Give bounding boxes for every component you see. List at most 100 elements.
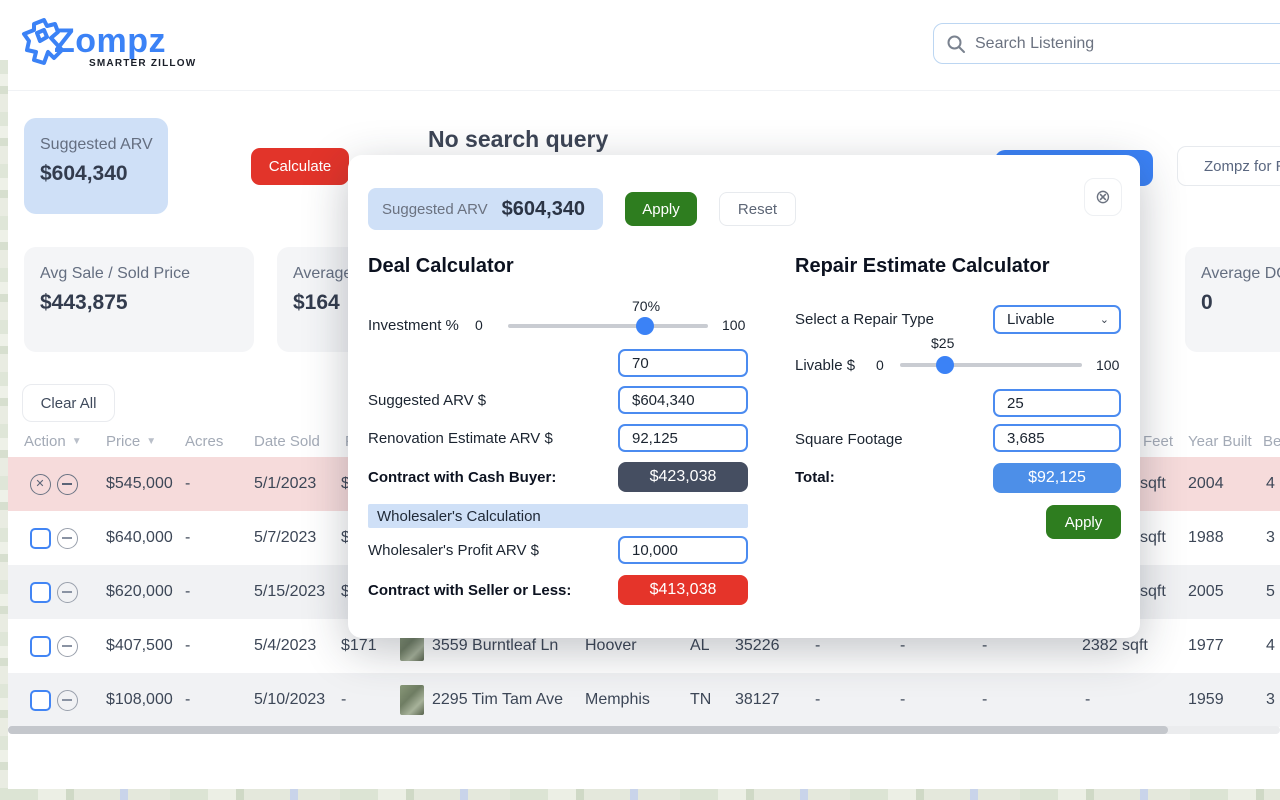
column-header-action[interactable]: Action ▼ (24, 425, 82, 457)
investment-slider-min: 0 (475, 317, 483, 333)
average-doz-label: Average DOZ (1201, 265, 1280, 282)
suggested-arv-value: $604,340 (40, 162, 128, 185)
average-doz-card: Average DOZ 0 (1185, 247, 1280, 352)
suggested-arv-input[interactable] (618, 386, 748, 414)
acres-cell: - (185, 637, 191, 654)
wholesaler-profit-input[interactable] (618, 536, 748, 564)
cash-buyer-label: Contract with Cash Buyer: (368, 469, 557, 486)
price-cell: $620,000 (106, 583, 173, 600)
livable-slider[interactable] (900, 356, 1082, 374)
row-checkbox[interactable] (30, 511, 51, 565)
calculate-button[interactable]: Calculate (251, 148, 349, 185)
investment-slider-thumb[interactable] (636, 317, 654, 335)
deal-calculator-title: Deal Calculator (368, 255, 514, 277)
investment-slider-value: 70% (632, 298, 661, 314)
investment-slider-max: 100 (722, 317, 746, 333)
address-cell[interactable]: 2295 Tim Tam Ave (432, 673, 563, 727)
investment-input[interactable] (618, 349, 748, 377)
cash-buyer-value: $423,038 (618, 462, 748, 492)
minus-icon[interactable] (57, 457, 78, 511)
minus-icon[interactable] (57, 619, 78, 673)
row-checkbox[interactable] (30, 565, 51, 619)
year-built-cell: 2005 (1188, 583, 1224, 600)
seller-label: Contract with Seller or Less: (368, 582, 572, 599)
app-window: Zompz SMARTER ZILLOW Suggested ARV $604,… (0, 0, 1280, 800)
livable-slider-min: 0 (876, 357, 884, 373)
column-header-beds[interactable]: Be (1263, 425, 1280, 457)
remove-icon[interactable]: ✕ (30, 457, 51, 511)
livable-input[interactable] (993, 389, 1121, 417)
map-background-left (0, 60, 8, 800)
livable-slider-thumb[interactable] (936, 356, 954, 374)
beds-cell: 4 (1266, 637, 1275, 654)
column-header-year-built[interactable]: Year Built (1188, 425, 1252, 457)
table-row: $108,000 - 5/10/2023 - 2295 Tim Tam Ave … (8, 673, 1280, 727)
column-header-price[interactable]: Price ▼ (106, 425, 156, 457)
column-header-date-sold[interactable]: Date Sold (254, 425, 320, 457)
property-thumbnail[interactable] (400, 673, 424, 727)
square-footage-label: Square Footage (795, 431, 903, 448)
livable-slider-value: $25 (931, 335, 955, 351)
horizontal-scrollbar[interactable] (8, 726, 1280, 734)
year-built-cell: 1977 (1188, 637, 1224, 654)
seller-value: $413,038 (618, 575, 748, 605)
renovation-input[interactable] (618, 424, 748, 452)
minus-icon[interactable] (57, 565, 78, 619)
modal-apply-button[interactable]: Apply (625, 192, 697, 226)
empty-cell: - (900, 691, 906, 708)
deal-calculator-modal: Suggested ARV $604,340 Apply Reset ⊗ Dea… (348, 155, 1140, 638)
minus-icon[interactable] (57, 511, 78, 565)
avg-sale-label: Avg Sale / Sold Price (40, 265, 191, 282)
date-sold-cell: 5/10/2023 (254, 691, 326, 708)
state-cell: TN (690, 691, 712, 708)
header-divider (8, 90, 1280, 91)
year-built-cell: 1988 (1188, 529, 1224, 546)
search-input[interactable] (975, 34, 1255, 53)
empty-cell: - (1085, 691, 1091, 708)
repair-apply-button[interactable]: Apply (1046, 505, 1121, 539)
beds-cell: 3 (1266, 691, 1275, 708)
beds-cell: 5 (1266, 583, 1275, 600)
total-value: $92,125 (993, 463, 1121, 493)
average-doz-value: 0 (1201, 291, 1213, 314)
row-checkbox[interactable] (30, 673, 51, 727)
wholesaler-profit-label: Wholesaler's Profit ARV $ (368, 542, 539, 559)
beds-cell: 4 (1266, 475, 1275, 492)
date-sold-cell: 5/1/2023 (254, 475, 317, 492)
empty-cell: - (815, 691, 821, 708)
minus-icon[interactable] (57, 673, 78, 727)
acres-cell: - (185, 583, 191, 600)
suggested-arv-card: Suggested ARV $604,340 (24, 118, 168, 214)
price-per-sqft-cell: - (341, 691, 347, 708)
close-icon[interactable]: ⊗ (1084, 178, 1122, 216)
empty-cell: - (982, 691, 988, 708)
avg-sale-value: $443,875 (40, 291, 128, 314)
acres-cell: - (185, 475, 191, 492)
row-checkbox[interactable] (30, 619, 51, 673)
square-footage-input[interactable] (993, 424, 1121, 452)
price-cell: $108,000 (106, 691, 173, 708)
repair-type-select[interactable]: Livable ⌄ (993, 305, 1121, 334)
date-sold-cell: 5/15/2023 (254, 583, 326, 600)
suggested-arv-label: Suggested ARV (40, 136, 153, 153)
column-header-acres[interactable]: Acres (185, 425, 223, 457)
caret-down-icon: ▼ (146, 435, 157, 447)
sqft-cell: sqft (1140, 583, 1166, 600)
total-label: Total: (795, 469, 835, 486)
acres-cell: - (185, 529, 191, 546)
modal-reset-button[interactable]: Reset (719, 192, 796, 226)
brand-name: Zompz (54, 22, 167, 60)
column-header-square-feet[interactable]: Feet (1143, 425, 1173, 457)
page-heading: No search query (428, 126, 609, 152)
price-cell: $640,000 (106, 529, 173, 546)
brand-tagline: SMARTER ZILLOW (89, 58, 197, 69)
investment-slider[interactable] (508, 317, 708, 335)
acres-cell: - (185, 691, 191, 708)
avg-sale-card: Avg Sale / Sold Price $443,875 (24, 247, 254, 352)
sqft-cell: sqft (1140, 475, 1166, 492)
date-sold-cell: 5/4/2023 (254, 637, 317, 654)
clear-all-button[interactable]: Clear All (22, 384, 115, 422)
zompz-for-rent-button[interactable]: Zompz for Rent (1177, 146, 1280, 186)
search-box (933, 23, 1280, 64)
scrollbar-thumb[interactable] (8, 726, 1168, 734)
